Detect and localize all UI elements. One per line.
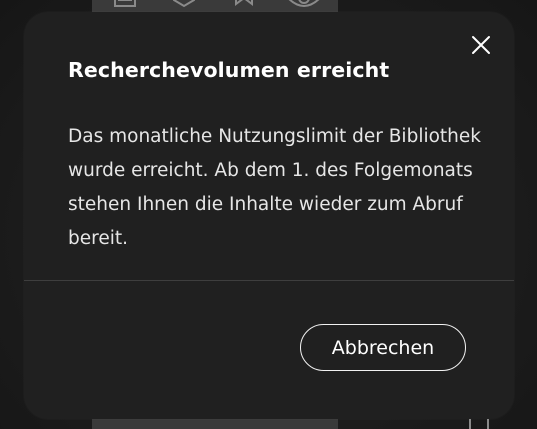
printer-icon: [110, 0, 140, 12]
close-button[interactable]: [464, 30, 498, 64]
cancel-button[interactable]: Abbrechen: [300, 324, 466, 371]
dialog-title: Recherchevolumen erreicht: [68, 58, 390, 82]
eye-icon: [284, 0, 324, 12]
shield-icon: [170, 0, 198, 12]
dialog-message: Das monatliche Nutzungslimit der Bibliot…: [68, 126, 481, 249]
usage-limit-dialog: Recherchevolumen erreicht Das monatliche…: [24, 12, 514, 419]
divider: [24, 280, 514, 281]
bookmark-icon: [232, 0, 256, 12]
close-icon: [471, 35, 491, 59]
